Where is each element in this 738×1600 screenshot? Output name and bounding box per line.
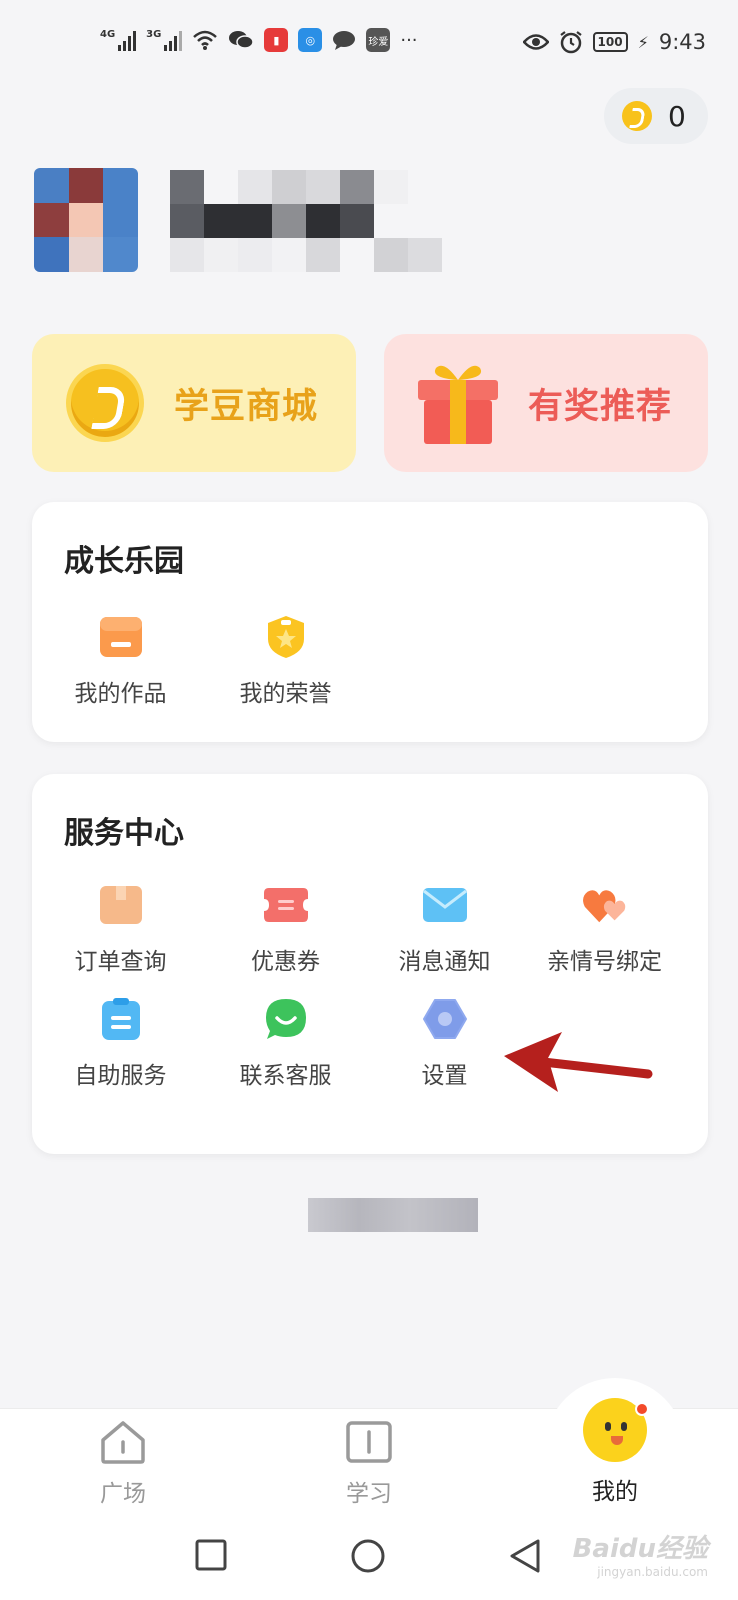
nav-tab-learn[interactable]: 学习 [309, 1420, 429, 1508]
nav-label: 学习 [346, 1481, 392, 1507]
version-id-blurred [308, 1198, 478, 1232]
family-binding-tile[interactable]: 亲情号绑定 [522, 882, 687, 976]
honor-icon [263, 614, 309, 660]
chat-bubble-icon [263, 996, 309, 1042]
status-right: 100 ⚡ 9:43 [522, 30, 706, 54]
my-works-tile[interactable]: 我的作品 [38, 614, 203, 708]
gold-coin-icon [66, 364, 144, 442]
gift-icon [418, 365, 498, 444]
reader-app-icon: ▮ [264, 28, 289, 52]
home-button[interactable] [350, 1538, 386, 1574]
tile-label: 自助服务 [74, 1063, 167, 1089]
coupon-tile[interactable]: 优惠券 [203, 882, 368, 976]
tile-label: 设置 [421, 1063, 468, 1089]
status-bar: 4G 3G ▮ ◎ 珍爱 ··· 100 ⚡ 9:43 [0, 0, 738, 90]
back-button[interactable] [508, 1538, 542, 1574]
wifi-icon [193, 30, 218, 50]
tile-label: 我的荣誉 [239, 681, 332, 707]
battery-icon: 100 [592, 32, 628, 52]
growth-garden-section: 成长乐园 我的作品 我的荣誉 [32, 502, 708, 742]
hearts-icon [582, 882, 628, 928]
recents-button[interactable] [194, 1538, 228, 1572]
mail-icon [422, 882, 468, 928]
wifi-app-icon: ◎ [298, 28, 323, 52]
network-type-label: 4G [100, 29, 116, 40]
tile-label: 亲情号绑定 [547, 949, 662, 975]
works-icon [98, 614, 144, 660]
coin-count: 0 [668, 99, 686, 133]
tile-label: 订单查询 [74, 949, 167, 975]
book-icon [346, 1421, 392, 1463]
coupon-icon [263, 882, 309, 928]
referral-label: 有奖推荐 [528, 386, 673, 427]
more-notifications: ··· [400, 29, 418, 51]
nav-label: 我的 [592, 1479, 638, 1505]
clock-time: 9:43 [658, 30, 706, 54]
notification-dot [635, 1402, 649, 1416]
section-title: 服务中心 [64, 816, 184, 851]
annotation-arrow [504, 1032, 653, 1092]
order-box-icon [98, 882, 144, 928]
my-honors-tile[interactable]: 我的荣誉 [203, 614, 368, 708]
clipboard-icon [98, 996, 144, 1042]
user-name-blurred[interactable] [170, 170, 450, 274]
network-type-label: 3G [146, 29, 162, 40]
status-left: 4G 3G ▮ ◎ 珍爱 ··· [100, 28, 418, 52]
charging-icon: ⚡ [637, 32, 649, 52]
eye-icon [522, 34, 549, 50]
bean-mall-card[interactable]: 学豆商城 [32, 334, 356, 472]
baidu-watermark: Baidu经验 jingyan.baidu.com [573, 1528, 708, 1579]
alarm-icon [559, 31, 582, 54]
mascot-icon [583, 1398, 649, 1462]
avatar[interactable] [34, 168, 138, 272]
home-icon [101, 1421, 145, 1464]
section-title: 成长乐园 [64, 544, 184, 579]
tile-label: 优惠券 [251, 949, 320, 975]
watermark-brand: Baidu经验 [572, 1534, 708, 1564]
signal-4g-icon: 4G [100, 29, 137, 51]
nav-tab-plaza[interactable]: 广场 [63, 1420, 183, 1508]
bean-mall-label: 学豆商城 [174, 386, 319, 427]
coin-balance-button[interactable]: 0 [604, 88, 708, 144]
contact-support-tile[interactable]: 联系客服 [203, 996, 368, 1090]
signal-3g-icon: 3G [146, 29, 183, 51]
message-notify-tile[interactable]: 消息通知 [362, 882, 527, 976]
wechat-icon [229, 31, 255, 49]
zhenai-app-icon: 珍爱 [366, 28, 391, 52]
tile-label: 消息通知 [398, 949, 491, 975]
self-service-tile[interactable]: 自助服务 [38, 996, 203, 1090]
tile-label: 我的作品 [74, 681, 167, 707]
nav-tab-mine[interactable]: 我的 [555, 1398, 675, 1506]
message-icon [333, 31, 356, 50]
settings-hex-icon [422, 996, 468, 1042]
order-query-tile[interactable]: 订单查询 [38, 882, 203, 976]
coin-icon [622, 101, 652, 131]
watermark-url: jingyan.baidu.com [597, 1565, 708, 1579]
tile-label: 联系客服 [239, 1063, 332, 1089]
referral-reward-card[interactable]: 有奖推荐 [384, 334, 708, 472]
nav-label: 广场 [100, 1481, 146, 1507]
